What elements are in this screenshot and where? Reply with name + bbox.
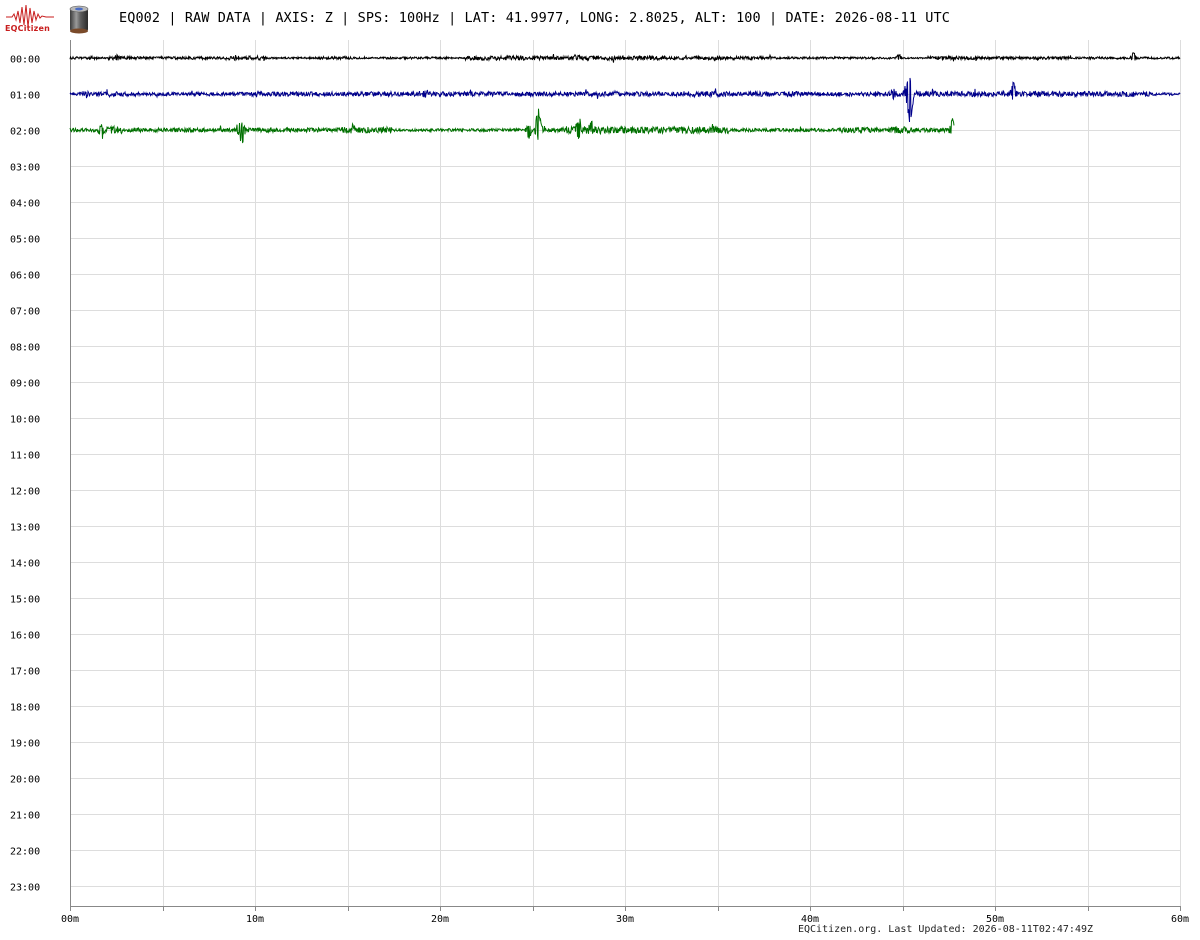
x-tick-label: 30m: [616, 914, 634, 925]
x-tick-label: 20m: [431, 914, 449, 925]
y-tick-label: 18:00: [10, 703, 40, 714]
last-updated-footer: EQCitizen.org. Last Updated: 2026-08-11T…: [798, 924, 1094, 935]
y-tick-label: 20:00: [10, 775, 40, 786]
y-tick-label: 10:00: [10, 415, 40, 426]
seismic-trace-0200: [69, 108, 955, 144]
y-tick-label: 02:00: [10, 127, 40, 138]
y-tick-label: 06:00: [10, 271, 40, 282]
y-tick-label: 09:00: [10, 379, 40, 390]
y-tick-label: 01:00: [10, 91, 40, 102]
y-tick-label: 16:00: [10, 631, 40, 642]
y-tick-label: 08:00: [10, 343, 40, 354]
y-tick-label: 04:00: [10, 199, 40, 210]
y-tick-label: 21:00: [10, 811, 40, 822]
y-tick-label: 17:00: [10, 667, 40, 678]
y-tick-label: 12:00: [10, 487, 40, 498]
y-tick-label: 15:00: [10, 595, 40, 606]
x-tick-label: 00m: [61, 914, 79, 925]
y-tick-label: 14:00: [10, 559, 40, 570]
y-tick-label: 00:00: [10, 55, 40, 66]
y-tick-label: 23:00: [10, 883, 40, 894]
y-tick-label: 11:00: [10, 451, 40, 462]
y-tick-label: 19:00: [10, 739, 40, 750]
x-tick-label: 10m: [246, 914, 264, 925]
y-tick-label: 22:00: [10, 847, 40, 858]
y-tick-label: 03:00: [10, 163, 40, 174]
y-tick-label: 13:00: [10, 523, 40, 534]
seismogram-chart: 00:00 01:00 02:00 03:00 04:00 05:00 06:00 07:00…: [10, 40, 1189, 925]
x-tick-label: 60m: [1171, 914, 1189, 925]
y-tick-label: 05:00: [10, 235, 40, 246]
y-tick-label: 07:00: [10, 307, 40, 318]
